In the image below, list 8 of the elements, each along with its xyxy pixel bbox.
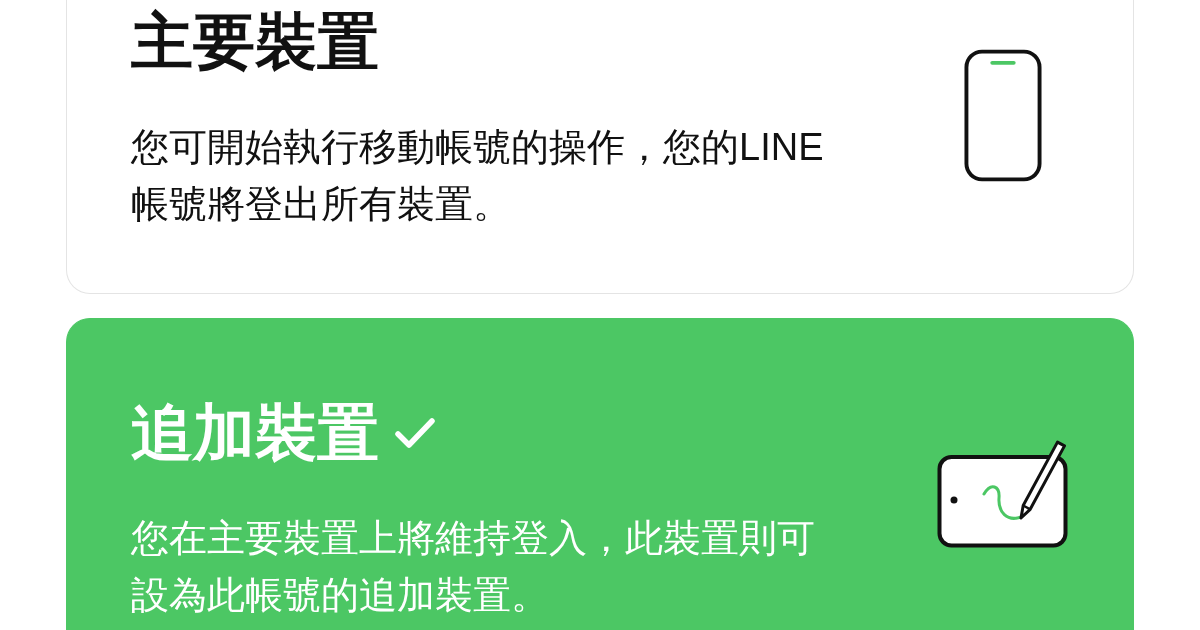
option-title: 追加裝置 <box>131 397 379 469</box>
option-title: 主要裝置 <box>131 6 379 78</box>
option-description: 您在主要裝置上將維持登入，此裝置則可設為此帳號的追加裝置。 <box>131 516 816 618</box>
check-icon <box>395 417 435 449</box>
tablet-pen-icon <box>937 440 1069 548</box>
option-description: 您可開始執行移動帳號的操作，您的LINE帳號將登出所有裝置。 <box>131 125 825 227</box>
device-option-card[interactable]: 主要裝置 您可開始執行移動帳號的操作，您的LINE帳號將登出所有裝置。 <box>66 0 1134 294</box>
phone-icon <box>964 48 1042 182</box>
